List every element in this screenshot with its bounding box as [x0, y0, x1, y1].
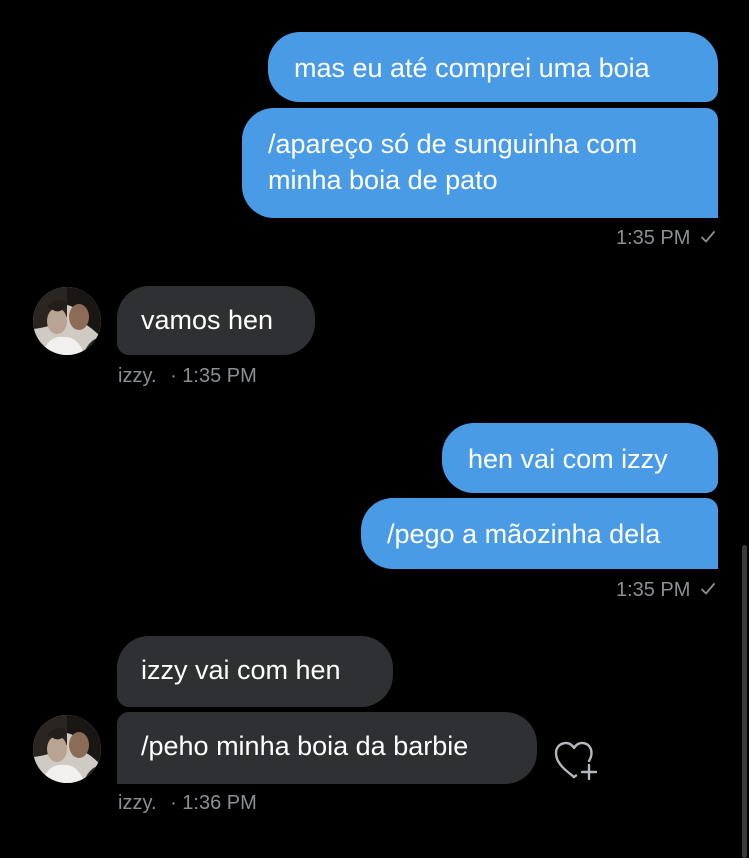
message-meta: izzy. · 1:35 PM — [118, 365, 257, 388]
scrollbar[interactable] — [742, 545, 747, 858]
avatar[interactable] — [33, 287, 101, 355]
message-text: mas eu até comprei uma boia — [294, 53, 650, 83]
message-text-line: /apareço só de sunguinha com — [268, 129, 638, 159]
message-text: /pego a mãozinha dela — [387, 519, 661, 549]
message-text: vamos hen — [141, 305, 274, 335]
message-text-line: minha boia de pato — [268, 165, 498, 195]
timestamp: 1:35 PM — [615, 579, 691, 601]
message-text: izzy vai com hen — [141, 655, 341, 685]
timestamp: 1:35 PM — [615, 227, 691, 249]
outgoing-message[interactable]: mas eu até comprei uma boia — [268, 32, 718, 102]
outgoing-message[interactable]: /pego a mãozinha dela — [361, 498, 718, 569]
timestamp: · 1:36 PM — [170, 792, 257, 814]
outgoing-message[interactable]: /apareço só de sunguinha com minha boia … — [242, 108, 718, 218]
heart-plus-icon[interactable] — [553, 740, 599, 782]
message-text: hen vai com izzy — [468, 444, 668, 474]
sender-name: izzy. — [118, 365, 157, 387]
check-icon — [700, 227, 716, 250]
outgoing-message[interactable]: hen vai com izzy — [442, 423, 718, 493]
check-icon — [700, 579, 716, 602]
sender-name: izzy. — [118, 792, 157, 814]
incoming-message[interactable]: vamos hen — [117, 286, 315, 355]
message-text: /peho minha boia da barbie — [141, 731, 469, 761]
message-meta: izzy. · 1:36 PM — [118, 792, 257, 815]
incoming-message[interactable]: /peho minha boia da barbie — [117, 712, 537, 784]
avatar[interactable] — [33, 715, 101, 783]
timestamp: · 1:35 PM — [170, 365, 257, 387]
incoming-message[interactable]: izzy vai com hen — [117, 636, 393, 707]
chat-screen: mas eu até comprei uma boia /apareço só … — [0, 0, 749, 858]
message-meta: 1:35 PM — [616, 227, 716, 250]
message-meta: 1:35 PM — [616, 579, 716, 602]
